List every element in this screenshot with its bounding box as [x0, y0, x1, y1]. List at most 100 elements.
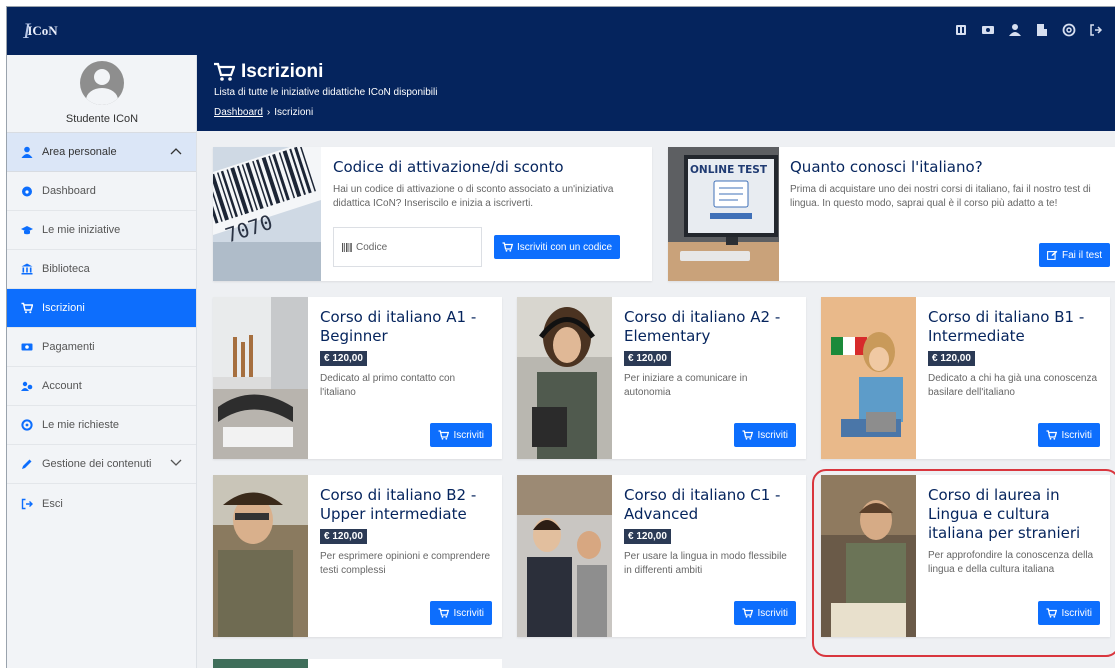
online-test-image: ONLINE TEST: [668, 147, 779, 281]
course-image-b2: [213, 475, 308, 637]
user-icon[interactable]: [1008, 23, 1022, 37]
course-title: Corso di italiano B2 - Upper intermediat…: [320, 486, 477, 523]
activation-code-placeholder: Codice: [356, 241, 388, 253]
course-description: Dedicato a chi ha già una conoscenza bas…: [928, 373, 1098, 398]
sidebar-item-label: Pagamenti: [42, 341, 95, 353]
course-price: € 120,00: [624, 351, 671, 366]
sidebar-item-iscrizioni[interactable]: Iscrizioni: [7, 289, 196, 328]
edit-icon: [1047, 250, 1058, 260]
course-title: Corso di italiano B1 - Intermediate: [928, 308, 1085, 345]
graduation-cap-icon: [21, 224, 33, 236]
language-test-card: ONLINE TEST Quanto conosci l'italiano? P…: [668, 147, 1115, 281]
logout-icon: [21, 498, 33, 510]
logout-icon[interactable]: [1089, 23, 1103, 37]
course-description: Dedicato al primo contatto con l'italian…: [320, 373, 456, 398]
course-price: € 120,00: [928, 351, 975, 366]
sidebar-item-esci[interactable]: Esci: [7, 484, 196, 523]
activation-title: Codice di attivazione/di sconto: [333, 158, 564, 176]
logo[interactable]: I ICoN: [23, 17, 58, 45]
course-image-partial: [213, 659, 308, 668]
course-image-b1: [821, 297, 916, 459]
breadcrumb-current: Iscrizioni: [274, 107, 314, 118]
building-icon[interactable]: [1035, 23, 1049, 37]
money-icon[interactable]: [981, 23, 995, 37]
sidebar-item-label: Account: [42, 380, 82, 392]
pencil-icon: [21, 458, 33, 470]
cart-icon: [438, 608, 450, 618]
lifebuoy-icon[interactable]: [1062, 23, 1076, 37]
chevron-down-icon: [170, 459, 182, 466]
highlight-outline: [812, 469, 1115, 657]
course-description: Per iniziare a comunicare in autonomia: [624, 373, 748, 398]
test-description: Prima di acquistare uno dei nostri corsi…: [790, 184, 1091, 209]
course-card: Corso di italiano A2 - Elementary € 120,…: [517, 297, 806, 459]
sidebar-item-label: Dashboard: [42, 185, 96, 197]
cart-icon: [1046, 430, 1058, 440]
take-test-label: Fai il test: [1061, 249, 1102, 261]
enroll-button[interactable]: Iscriviti: [734, 601, 796, 625]
cart-icon: [742, 608, 754, 618]
sidebar-item-dashboard[interactable]: Dashboard: [7, 172, 196, 211]
enroll-button[interactable]: Iscriviti: [1038, 423, 1100, 447]
activation-code-input[interactable]: Codice: [333, 227, 482, 267]
chevron-up-icon: [170, 148, 182, 155]
take-test-button[interactable]: Fai il test: [1038, 243, 1110, 267]
avatar[interactable]: [80, 61, 124, 105]
money-icon: [21, 341, 33, 353]
enroll-button[interactable]: Iscriviti: [734, 423, 796, 447]
cart-icon: [21, 302, 33, 314]
enroll-label: Iscriviti: [757, 429, 788, 441]
course-title: Corso di italiano A1 - Beginner: [320, 308, 477, 345]
books-icon[interactable]: [954, 23, 968, 37]
users-icon: [21, 380, 33, 392]
course-card: Corso di italiano B1 - Intermediate € 12…: [821, 297, 1110, 459]
barcode-icon: [342, 242, 352, 252]
activation-code-card: 7070 Codice di attivazione/di sconto Hai…: [213, 147, 652, 281]
page-subtitle: Lista di tutte le iniziative didattiche …: [214, 87, 438, 98]
sidebar-item-biblioteca[interactable]: Biblioteca: [7, 250, 196, 289]
course-description: Per usare la lingua in modo flessibile i…: [624, 551, 787, 576]
course-title: Corso di italiano C1 - Advanced: [624, 486, 781, 523]
activation-submit-button[interactable]: Iscriviti con un codice: [494, 235, 621, 259]
course-card: Corso di italiano C1 - Advanced € 120,00…: [517, 475, 806, 637]
sidebar-group-label: Area personale: [42, 146, 117, 158]
sidebar-item-le-mie-richieste[interactable]: Le mie richieste: [7, 406, 196, 445]
library-icon: [21, 263, 33, 275]
top-icons: [954, 23, 1103, 37]
sidebar-item-label: Esci: [42, 497, 63, 510]
lifebuoy-icon: [21, 419, 33, 431]
enroll-label: Iscriviti: [453, 607, 484, 619]
cart-icon: [502, 242, 513, 252]
sidebar-item-account[interactable]: Account: [7, 367, 196, 406]
course-title: Corso di italiano A2 - Elementary: [624, 308, 781, 345]
enroll-button[interactable]: Iscriviti: [430, 423, 492, 447]
sidebar-item-label: Biblioteca: [42, 263, 90, 275]
sidebar-item-label: Le mie iniziative: [42, 224, 121, 236]
course-price: € 120,00: [624, 529, 671, 544]
sidebar-item-label: Le mie richieste: [42, 419, 120, 431]
course-image-c1: [517, 475, 612, 637]
enroll-button[interactable]: Iscriviti: [430, 601, 492, 625]
course-image-a1: [213, 297, 308, 459]
sidebar-item-label: Iscrizioni: [42, 302, 85, 314]
page-header: Iscrizioni Lista di tutte le iniziative …: [197, 55, 1115, 131]
user-icon: [21, 146, 33, 158]
page-title-text: Iscrizioni: [241, 61, 324, 82]
activation-submit-label: Iscriviti con un codice: [517, 241, 613, 253]
cart-icon: [214, 62, 235, 81]
breadcrumb: Dashboard › Iscrizioni: [214, 107, 313, 118]
course-price: € 120,00: [320, 351, 367, 366]
online-test-text: ONLINE TEST: [690, 164, 768, 176]
sidebar-item-pagamenti[interactable]: Pagamenti: [7, 328, 196, 367]
test-title: Quanto conosci l'italiano?: [790, 158, 983, 176]
breadcrumb-separator: ›: [266, 107, 271, 118]
sidebar-group-area-personale[interactable]: Area personale: [7, 133, 196, 172]
dashboard-icon: [21, 185, 33, 197]
cart-icon: [742, 430, 754, 440]
enroll-label: Iscriviti: [453, 429, 484, 441]
breadcrumb-dashboard[interactable]: Dashboard: [214, 107, 263, 118]
course-card: Corso di italiano A1 - Beginner € 120,00…: [213, 297, 502, 459]
sidebar-group-gestione-contenuti[interactable]: Gestione dei contenuti: [7, 445, 196, 484]
course-price: € 120,00: [320, 529, 367, 544]
sidebar-item-le-mie-iniziative[interactable]: Le mie iniziative: [7, 211, 196, 250]
